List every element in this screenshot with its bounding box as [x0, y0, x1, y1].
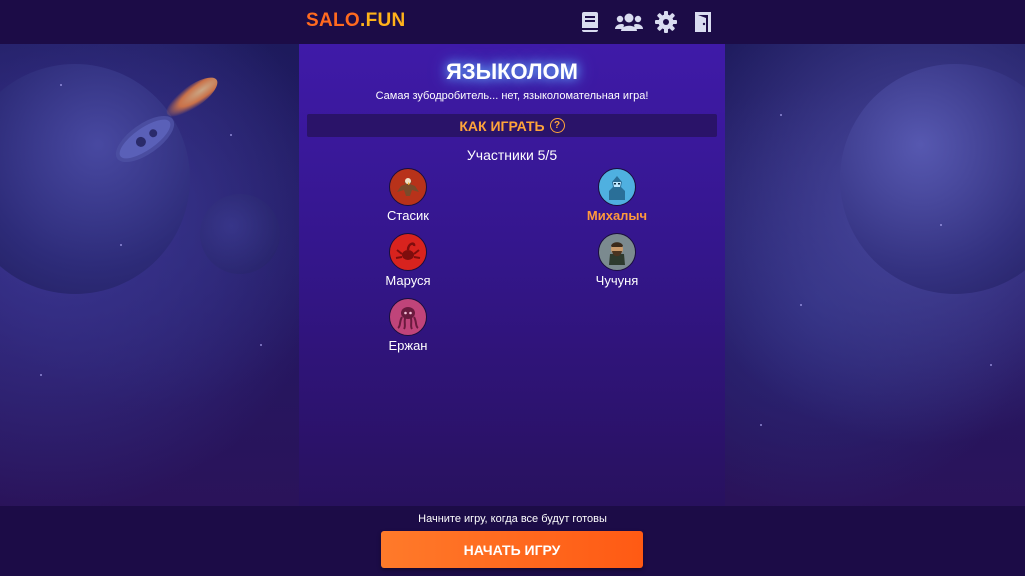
- ice-knight-avatar-icon: [598, 168, 636, 206]
- player-card[interactable]: Чучуня: [557, 233, 677, 288]
- top-bar: SALO.FUN: [0, 0, 1025, 44]
- exit-door-icon[interactable]: [692, 10, 716, 34]
- bearded-warrior-avatar-icon: [598, 233, 636, 271]
- friends-icon[interactable]: [615, 10, 643, 34]
- small-planet: [200, 194, 280, 274]
- start-game-button[interactable]: НАЧАТЬ ИГРУ: [381, 531, 643, 568]
- help-circle-icon: ?: [549, 118, 565, 133]
- logo-part-salo: SALO: [306, 10, 360, 31]
- planet-right: [840, 64, 1025, 294]
- player-name: Маруся: [385, 273, 431, 288]
- game-title: ЯЗЫКОЛОМ: [446, 59, 578, 84]
- planet-left: [0, 64, 190, 294]
- player-name: Стасик: [387, 208, 429, 223]
- logo-part-fun: .FUN: [359, 10, 406, 31]
- player-name: Ержан: [388, 338, 428, 353]
- rules-book-icon[interactable]: [578, 10, 602, 34]
- red-scorpion-avatar-icon: [389, 233, 427, 271]
- player-card-current[interactable]: Михалыч: [557, 168, 677, 223]
- game-lobby-panel: ЯЗЫКОЛОМ Самая зубодробитель... нет, язы…: [299, 44, 725, 506]
- octopus-avatar-icon: [389, 298, 427, 336]
- player-card[interactable]: Ержан: [348, 298, 468, 353]
- settings-gear-icon[interactable]: [654, 10, 678, 34]
- bottom-bar: Начните игру, когда все будут готовы НАЧ…: [0, 506, 1025, 576]
- rocket-icon: [115, 115, 175, 163]
- site-logo[interactable]: SALO.FUN: [306, 10, 406, 32]
- game-subtitle: Самая зубодробитель... нет, языколомател…: [375, 90, 649, 102]
- participants-count: Участники 5/5: [466, 147, 558, 163]
- player-name-current: Михалыч: [586, 208, 648, 223]
- player-card[interactable]: Маруся: [348, 233, 468, 288]
- how-to-play-label: КАК ИГРАТЬ: [459, 117, 545, 134]
- eagle-avatar-icon: [389, 168, 427, 206]
- start-hint-text: Начните игру, когда все будут готовы: [418, 513, 607, 525]
- player-card[interactable]: Стасик: [348, 168, 468, 223]
- how-to-play-button[interactable]: КАК ИГРАТЬ ?: [307, 114, 717, 137]
- player-name: Чучуня: [595, 273, 639, 288]
